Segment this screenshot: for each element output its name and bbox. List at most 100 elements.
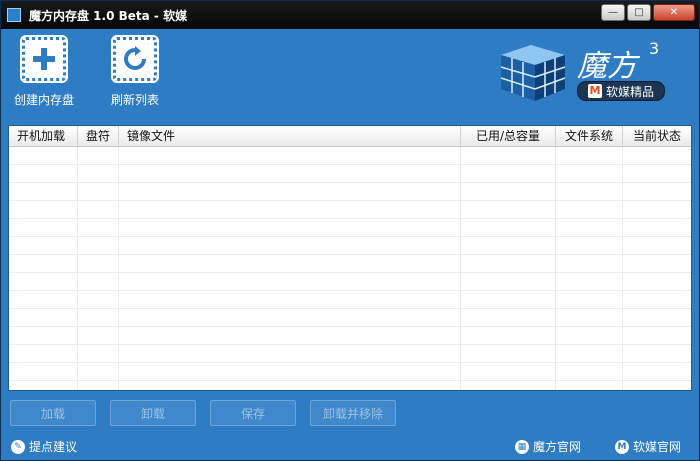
table-cell: [9, 147, 78, 164]
table-row[interactable]: [9, 165, 691, 183]
load-button[interactable]: 加载: [10, 400, 96, 426]
col-capacity[interactable]: 已用/总容量: [461, 126, 556, 146]
cube-logo-icon: [500, 45, 566, 101]
unload-button[interactable]: 卸载: [110, 400, 196, 426]
table-row[interactable]: [9, 237, 691, 255]
table-row[interactable]: [9, 201, 691, 219]
table-cell: [78, 345, 119, 362]
table-row[interactable]: [9, 273, 691, 291]
app-icon[interactable]: [7, 8, 21, 22]
table-cell: [461, 345, 556, 362]
table-row[interactable]: [9, 183, 691, 201]
table-cell: [623, 255, 691, 272]
table-cell: [78, 183, 119, 200]
table-cell: [556, 165, 623, 182]
close-button[interactable]: ✕: [653, 4, 695, 21]
table-cell: [556, 291, 623, 308]
table-cell: [9, 327, 78, 344]
table-cell: [119, 255, 461, 272]
table-cell: [9, 165, 78, 182]
table-row[interactable]: [9, 309, 691, 327]
table-cell: [78, 147, 119, 164]
col-drive-letter[interactable]: 盘符: [78, 126, 119, 146]
table-cell: [78, 201, 119, 218]
table-cell: [78, 273, 119, 290]
table-cell: [556, 183, 623, 200]
table-cell: [461, 381, 556, 390]
ruanmei-badge: M 软媒精品: [577, 81, 665, 101]
save-button[interactable]: 保存: [210, 400, 296, 426]
table-cell: [78, 219, 119, 236]
table-cell: [9, 363, 78, 380]
badge-text: 软媒精品: [605, 84, 654, 99]
table-cell: [78, 291, 119, 308]
table-cell: [556, 147, 623, 164]
table-cell: [9, 255, 78, 272]
table-cell: [556, 363, 623, 380]
table-cell: [556, 381, 623, 390]
table-cell: [623, 183, 691, 200]
table-cell: [9, 381, 78, 390]
table-cell: [119, 273, 461, 290]
pen-icon: ✎: [11, 439, 25, 454]
table-body: [9, 147, 691, 390]
table-row[interactable]: [9, 291, 691, 309]
table-row[interactable]: [9, 147, 691, 165]
table-row[interactable]: [9, 255, 691, 273]
ramdisk-table[interactable]: 开机加载 盘符 镜像文件 已用/总容量 文件系统 当前状态: [8, 125, 692, 391]
table-cell: [623, 237, 691, 254]
table-row[interactable]: [9, 219, 691, 237]
app-window: 魔方内存盘 1.0 Beta - 软媒 — □ ✕ 创建内存盘 刷新列表 魔方 …: [0, 0, 700, 461]
maximize-icon: □: [634, 7, 644, 18]
table-cell: [556, 255, 623, 272]
table-row[interactable]: [9, 381, 691, 390]
mofang-site-link[interactable]: ▦ 魔方官网: [515, 438, 581, 455]
table-cell: [119, 201, 461, 218]
table-cell: [623, 147, 691, 164]
ruanmei-m-icon: M: [587, 84, 602, 98]
table-cell: [556, 237, 623, 254]
table-cell: [9, 345, 78, 362]
refresh-list-label: 刷新列表: [110, 93, 159, 107]
table-cell: [623, 201, 691, 218]
minimize-button[interactable]: —: [601, 4, 625, 21]
table-cell: [119, 363, 461, 380]
ruanmei-site-link[interactable]: M 软媒官网: [615, 438, 681, 455]
table-cell: [623, 165, 691, 182]
col-filesystem[interactable]: 文件系统: [556, 126, 623, 146]
table-row[interactable]: [9, 327, 691, 345]
ruanmei-m-icon: M: [615, 439, 629, 454]
table-cell: [623, 291, 691, 308]
table-cell: [461, 255, 556, 272]
table-cell: [9, 273, 78, 290]
refresh-list-button[interactable]: 刷新列表: [100, 35, 170, 108]
table-row[interactable]: [9, 345, 691, 363]
table-cell: [9, 309, 78, 326]
title-bar[interactable]: 魔方内存盘 1.0 Beta - 软媒 — □ ✕: [1, 1, 699, 29]
table-cell: [556, 309, 623, 326]
table-cell: [461, 165, 556, 182]
table-cell: [461, 147, 556, 164]
table-cell: [556, 219, 623, 236]
unload-remove-button[interactable]: 卸载并移除: [310, 400, 396, 426]
table-cell: [556, 327, 623, 344]
table-cell: [461, 183, 556, 200]
table-cell: [9, 291, 78, 308]
col-status[interactable]: 当前状态: [623, 126, 691, 146]
table-cell: [119, 219, 461, 236]
table-cell: [461, 219, 556, 236]
table-cell: [78, 165, 119, 182]
maximize-button[interactable]: □: [627, 4, 651, 21]
create-ramdisk-button[interactable]: 创建内存盘: [9, 35, 79, 108]
col-image-file[interactable]: 镜像文件: [119, 126, 461, 146]
brand-version: 3: [649, 39, 660, 58]
col-autoload[interactable]: 开机加载: [9, 126, 78, 146]
minimize-icon: —: [608, 7, 618, 18]
table-cell: [119, 165, 461, 182]
grid-icon: ▦: [515, 439, 529, 454]
plus-icon: [20, 35, 68, 83]
table-cell: [119, 381, 461, 390]
table-row[interactable]: [9, 363, 691, 381]
feedback-link[interactable]: ✎ 提点建议: [11, 438, 77, 455]
table-cell: [78, 381, 119, 390]
